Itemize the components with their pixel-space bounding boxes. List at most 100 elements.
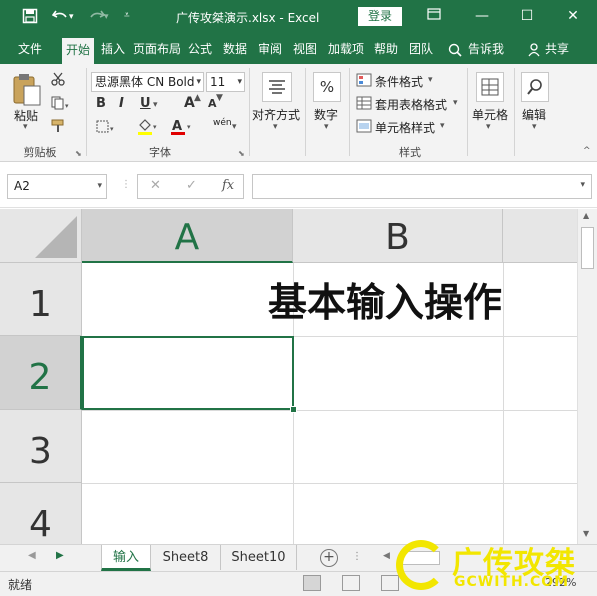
- share-button[interactable]: 共享: [545, 34, 569, 64]
- maximize-button[interactable]: ☐: [517, 5, 537, 27]
- conditional-format-icon[interactable]: [356, 73, 372, 90]
- format-painter-icon[interactable]: [51, 119, 67, 136]
- alignment-dropdown-icon[interactable]: ▾: [273, 122, 278, 132]
- cell-a1-text[interactable]: 基本输入操作: [268, 272, 502, 328]
- font-launcher-icon[interactable]: ⬊: [238, 149, 245, 158]
- tab-team[interactable]: 团队: [405, 34, 437, 64]
- next-sheet-icon[interactable]: ▶: [56, 550, 64, 561]
- font-size-dropdown-icon[interactable]: ▾: [237, 73, 242, 91]
- font-name-combo[interactable]: 思源黑体 CN Bold ▾: [91, 72, 204, 92]
- ribbon-display-icon[interactable]: [424, 5, 444, 27]
- row-header-2[interactable]: 2: [0, 336, 82, 410]
- sheet-tab-input[interactable]: 输入: [101, 545, 151, 571]
- name-box[interactable]: A2 ▾: [7, 174, 107, 199]
- cells-icon[interactable]: [476, 72, 504, 102]
- cell-styles-dropdown-icon[interactable]: ▾: [440, 121, 445, 131]
- conditional-format-dropdown-icon[interactable]: ▾: [428, 75, 433, 85]
- paste-dropdown-icon[interactable]: ▾: [23, 122, 28, 132]
- phonetic-button[interactable]: wén: [213, 118, 232, 128]
- tab-file[interactable]: 文件: [8, 34, 52, 64]
- splitter-dots-icon[interactable]: ⋮: [121, 179, 131, 190]
- paste-icon[interactable]: [12, 72, 42, 109]
- normal-view-icon[interactable]: [303, 575, 321, 591]
- editing-button[interactable]: 编辑: [522, 106, 546, 123]
- editing-search-icon[interactable]: [521, 72, 549, 102]
- customize-qat-icon[interactable]: ⩡: [124, 10, 130, 21]
- enter-icon[interactable]: ✓: [186, 178, 197, 193]
- column-header-b[interactable]: B: [293, 209, 503, 263]
- login-button[interactable]: 登录: [358, 7, 402, 26]
- underline-dropdown-icon[interactable]: ▾: [153, 100, 158, 110]
- italic-button[interactable]: I: [119, 96, 124, 111]
- format-as-table-icon[interactable]: [356, 96, 372, 113]
- conditional-format-button[interactable]: 条件格式: [375, 73, 423, 90]
- alignment-icon[interactable]: [262, 72, 292, 102]
- worksheet-grid[interactable]: A B 1 2 3 4 基本输入操作: [0, 209, 577, 544]
- scroll-left-icon[interactable]: ◀: [383, 551, 390, 561]
- tab-review[interactable]: 审阅: [254, 34, 286, 64]
- column-header-c[interactable]: [503, 209, 577, 263]
- save-icon[interactable]: [22, 8, 38, 28]
- scroll-up-icon[interactable]: ▲: [583, 211, 589, 220]
- editing-dropdown-icon[interactable]: ▾: [532, 122, 537, 132]
- tab-addins[interactable]: 加载项: [324, 34, 368, 64]
- expand-formula-icon[interactable]: ▾: [580, 180, 585, 190]
- sheet-splitter-icon[interactable]: ⋮: [352, 551, 362, 562]
- font-name-dropdown-icon[interactable]: ▾: [196, 73, 201, 91]
- fill-color-icon[interactable]: ▾: [137, 118, 159, 139]
- sheet-tab-sheet10[interactable]: Sheet10: [221, 545, 297, 570]
- undo-icon[interactable]: [51, 8, 70, 28]
- vertical-scroll-thumb[interactable]: [581, 227, 594, 269]
- collapse-ribbon-icon[interactable]: ^: [583, 146, 591, 156]
- tab-data[interactable]: 数据: [219, 34, 251, 64]
- formula-input[interactable]: ▾: [252, 174, 592, 199]
- select-all-button[interactable]: [0, 209, 82, 263]
- format-as-table-dropdown-icon[interactable]: ▾: [453, 98, 458, 108]
- undo-dropdown-icon[interactable]: ▾: [69, 12, 74, 22]
- border-icon[interactable]: ▾: [96, 120, 118, 137]
- row-header-3[interactable]: 3: [0, 410, 82, 483]
- name-box-dropdown-icon[interactable]: ▾: [97, 175, 102, 198]
- redo-dropdown-icon[interactable]: ▾: [104, 12, 109, 22]
- row-header-1[interactable]: 1: [0, 263, 82, 336]
- fill-handle[interactable]: [290, 406, 297, 413]
- tab-help[interactable]: 帮助: [370, 34, 402, 64]
- redo-icon[interactable]: [87, 8, 106, 28]
- font-color-icon[interactable]: A ▾: [170, 118, 194, 139]
- tab-page-layout[interactable]: 页面布局: [132, 34, 182, 64]
- tab-home[interactable]: 开始: [62, 38, 94, 64]
- share-icon[interactable]: [528, 34, 542, 64]
- close-button[interactable]: ✕: [563, 5, 583, 27]
- minimize-button[interactable]: —: [472, 5, 492, 27]
- number-button[interactable]: 数字: [314, 106, 338, 123]
- tab-view[interactable]: 视图: [289, 34, 321, 64]
- cancel-icon[interactable]: ✕: [150, 178, 161, 193]
- sheet-tab-sheet8[interactable]: Sheet8: [151, 545, 221, 570]
- insert-function-icon[interactable]: fx: [222, 178, 234, 193]
- lightbulb-icon[interactable]: [448, 34, 462, 64]
- row-header-4[interactable]: 4: [0, 483, 82, 544]
- cell-styles-icon[interactable]: [356, 119, 372, 136]
- clipboard-launcher-icon[interactable]: ⬊: [75, 149, 82, 158]
- cells-button[interactable]: 单元格: [472, 106, 508, 123]
- copy-icon[interactable]: ▾: [51, 96, 69, 113]
- cells-dropdown-icon[interactable]: ▾: [486, 122, 491, 132]
- format-as-table-button[interactable]: 套用表格格式: [375, 96, 447, 113]
- tell-me-search[interactable]: 告诉我: [468, 34, 504, 64]
- tab-insert[interactable]: 插入: [97, 34, 129, 64]
- cell-styles-button[interactable]: 单元格样式: [375, 119, 435, 136]
- alignment-button[interactable]: 对齐方式: [252, 106, 300, 123]
- number-format-icon[interactable]: %: [313, 72, 341, 102]
- column-header-a[interactable]: A: [82, 209, 293, 263]
- vertical-scrollbar[interactable]: ▲ ▼: [577, 209, 597, 544]
- font-size-combo[interactable]: 11 ▾: [206, 72, 245, 92]
- phonetic-dropdown-icon[interactable]: ▾: [232, 122, 237, 132]
- cut-icon[interactable]: [51, 72, 65, 89]
- tab-formulas[interactable]: 公式: [184, 34, 216, 64]
- prev-sheet-icon[interactable]: ◀: [28, 550, 36, 561]
- active-cell-a2[interactable]: [82, 336, 297, 413]
- page-layout-view-icon[interactable]: [342, 575, 360, 591]
- number-dropdown-icon[interactable]: ▾: [324, 122, 329, 132]
- bold-button[interactable]: B: [96, 96, 106, 111]
- underline-button[interactable]: U: [140, 96, 151, 111]
